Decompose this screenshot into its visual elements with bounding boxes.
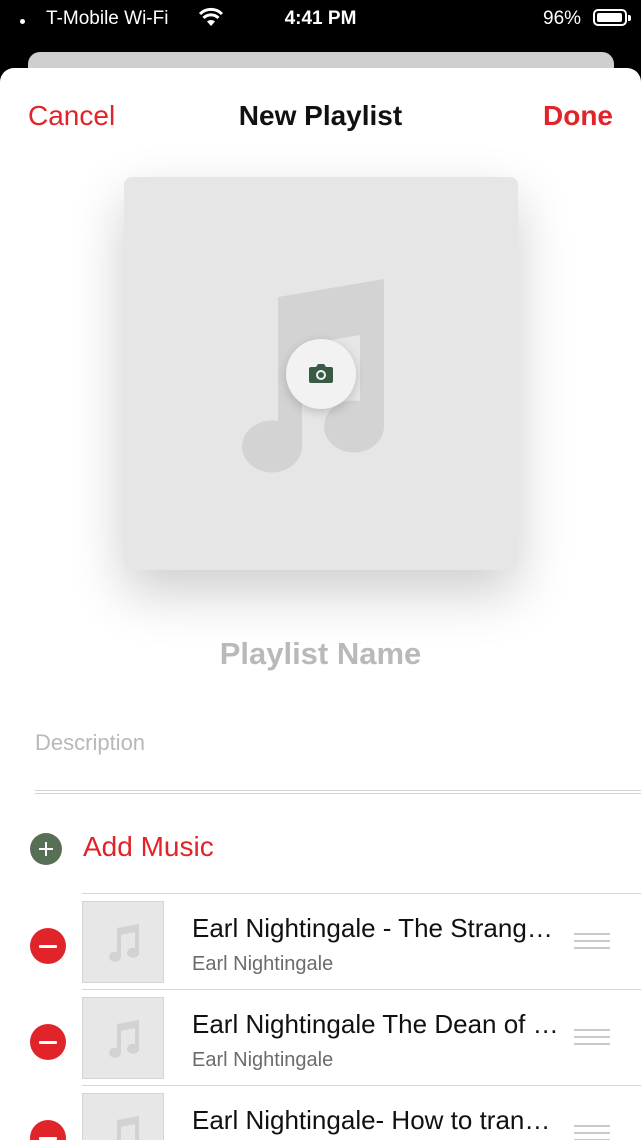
track-title: Earl Nightingale - The Strangest Secret xyxy=(192,913,562,943)
track-artwork xyxy=(82,901,164,983)
track-row[interactable]: Earl Nightingale The Dean of Personal De… xyxy=(0,989,641,1085)
track-row[interactable]: Earl Nightingale- How to transform your … xyxy=(0,1085,641,1140)
reorder-handle-icon[interactable] xyxy=(574,1125,610,1140)
playlist-name-field[interactable]: Playlist Name xyxy=(0,636,641,672)
music-note-icon xyxy=(109,924,140,962)
track-artwork xyxy=(82,1093,164,1140)
divider xyxy=(35,790,641,794)
track-artwork xyxy=(82,997,164,1079)
camera-icon xyxy=(309,364,333,383)
music-note-icon xyxy=(109,1020,140,1058)
add-photo-button[interactable] xyxy=(286,339,356,409)
status-bar: T-Mobile Wi-Fi 4:41 PM 96% xyxy=(0,0,641,40)
track-artist: Earl Nightingale xyxy=(192,953,334,975)
track-row[interactable]: Earl Nightingale - The Strangest Secret … xyxy=(0,893,641,989)
track-title: Earl Nightingale- How to transform your … xyxy=(192,1105,562,1135)
divider xyxy=(82,893,641,894)
description-field[interactable]: Description xyxy=(35,730,145,756)
playlist-artwork[interactable] xyxy=(124,177,518,570)
remove-track-button[interactable] xyxy=(30,1024,66,1060)
battery-icon xyxy=(593,9,631,26)
track-artist: Earl Nightingale xyxy=(192,1049,334,1071)
done-button[interactable]: Done xyxy=(543,100,613,132)
remove-track-button[interactable] xyxy=(30,1120,66,1140)
battery-percent: 96% xyxy=(543,8,582,29)
add-music-button[interactable]: Add Music xyxy=(83,831,214,863)
track-title: Earl Nightingale The Dean of Personal De… xyxy=(192,1009,562,1039)
divider xyxy=(82,1085,641,1086)
music-note-icon xyxy=(117,1116,139,1140)
divider xyxy=(82,989,641,990)
new-playlist-sheet: Cancel New Playlist Done Playlist Name D… xyxy=(0,68,641,1140)
add-music-icon[interactable] xyxy=(30,833,62,865)
reorder-handle-icon[interactable] xyxy=(574,1029,610,1050)
remove-track-button[interactable] xyxy=(30,928,66,964)
reorder-handle-icon[interactable] xyxy=(574,933,610,954)
